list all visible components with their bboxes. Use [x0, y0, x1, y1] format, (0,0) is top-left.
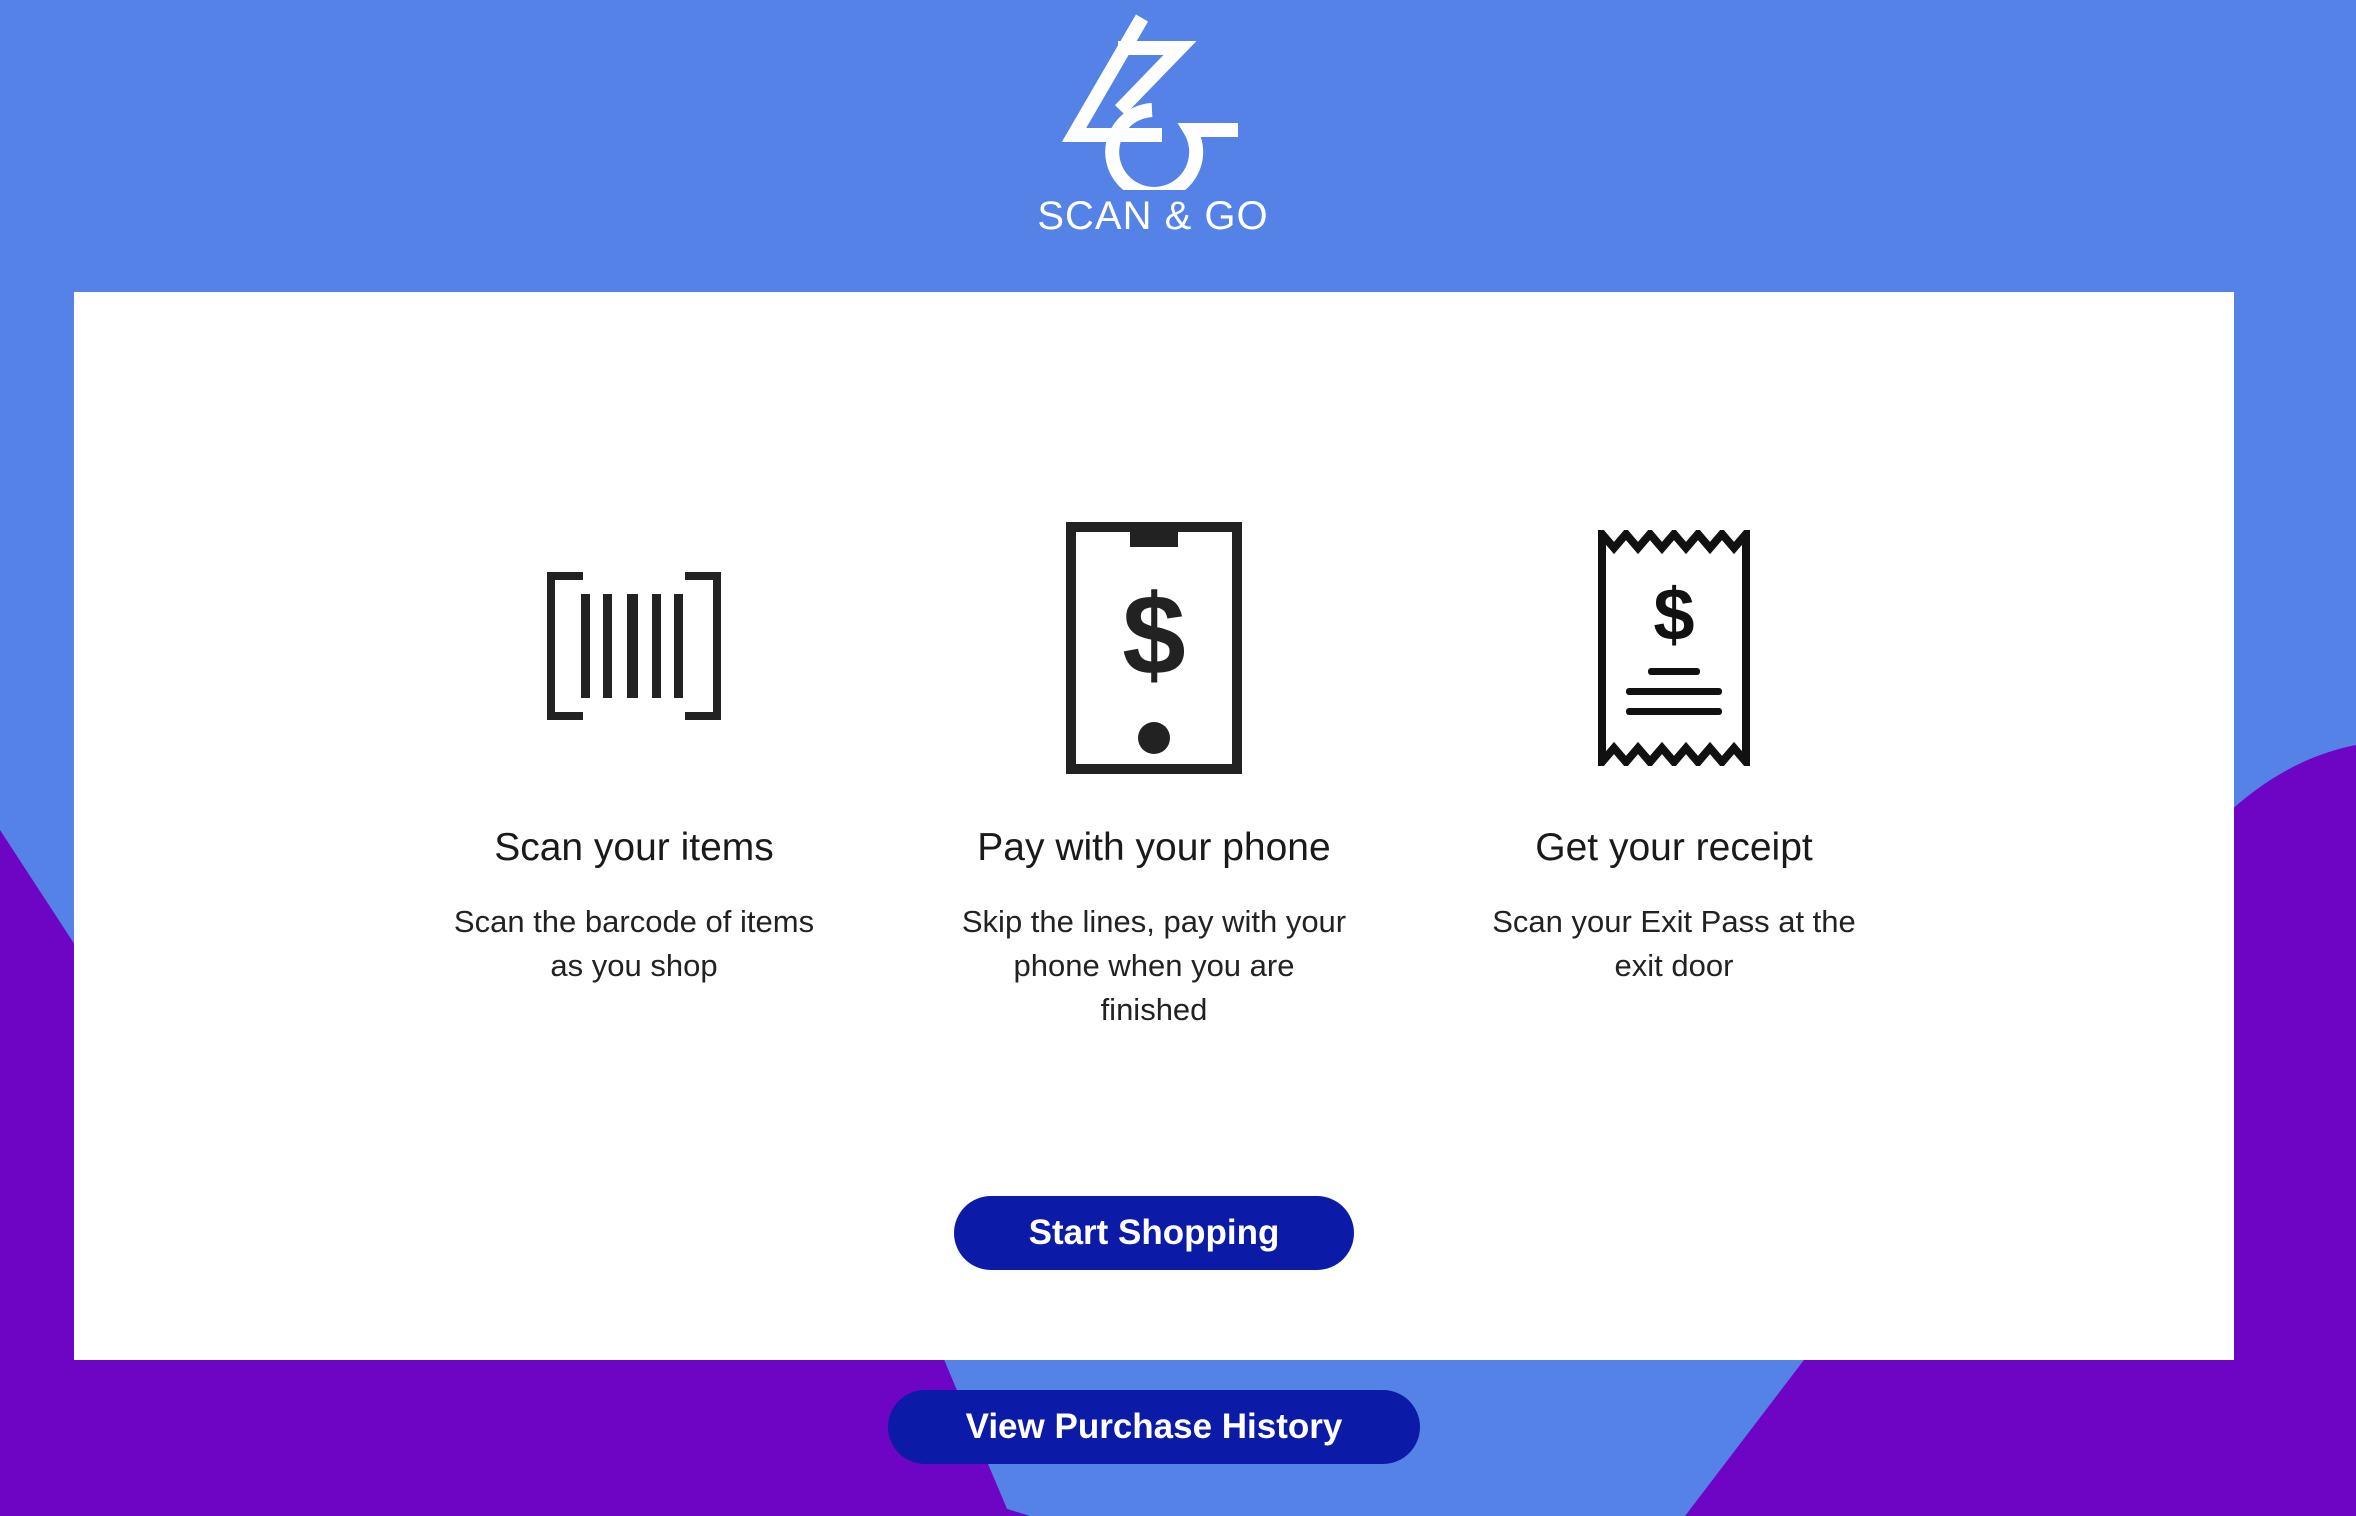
svg-text:$: $ — [1122, 572, 1185, 699]
step-description: Scan your Exit Pass at the exit door — [1492, 904, 1856, 983]
step-description: Skip the lines, pay with your phone when… — [961, 904, 1347, 1027]
view-purchase-history-button[interactable]: View Purchase History — [888, 1390, 1420, 1464]
brand-name: SCAN & GO — [1037, 194, 1269, 238]
step-description: Scan the barcode of items as you shop — [453, 904, 815, 983]
start-shopping-button[interactable]: Start Shopping — [954, 1196, 1354, 1270]
step-title: Scan your items — [494, 826, 774, 869]
phone-payment-icon: $ — [1066, 522, 1242, 774]
header: SCAN & GO — [0, 0, 2356, 290]
receipt-icon: $ — [1598, 530, 1750, 766]
scan-and-go-logo-icon — [1062, 14, 1238, 190]
onboarding-card: Scan your items Scan the barcode of item… — [74, 292, 2234, 1360]
barcode-icon — [547, 572, 721, 720]
step-title: Get your receipt — [1535, 826, 1813, 869]
step-title: Pay with your phone — [977, 826, 1331, 869]
svg-text:$: $ — [1653, 573, 1694, 656]
